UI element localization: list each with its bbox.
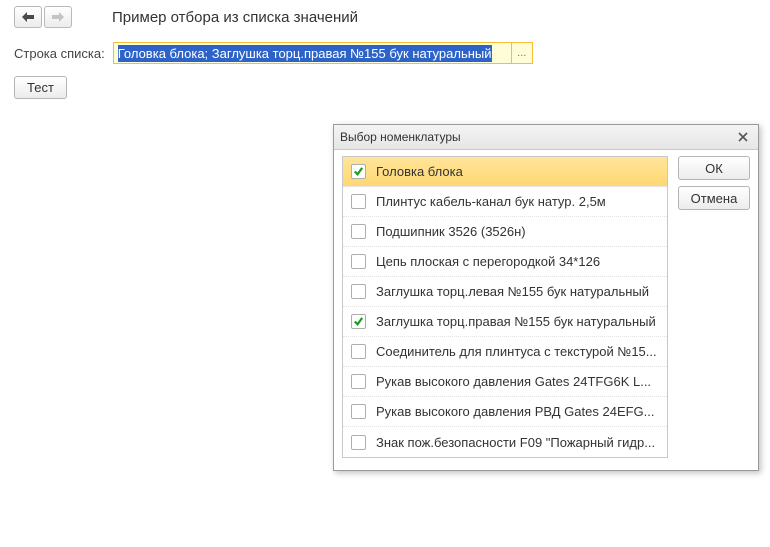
list-item[interactable]: Цепь плоская с перегородкой 34*126	[343, 247, 667, 277]
item-list[interactable]: Головка блока Плинтус кабель-канал бук на…	[342, 156, 668, 458]
list-item-label: Головка блока	[376, 164, 659, 179]
list-item[interactable]: Рукав высокого давления Gates 24TFG6K L.…	[343, 367, 667, 397]
checkbox[interactable]	[351, 284, 366, 299]
test-button[interactable]: Тест	[14, 76, 67, 99]
checkbox[interactable]	[351, 194, 366, 209]
list-item[interactable]: Плинтус кабель-канал бук натур. 2,5м	[343, 187, 667, 217]
check-icon	[353, 166, 364, 177]
field-label: Строка списка:	[14, 46, 105, 61]
dialog-titlebar[interactable]: Выбор номенклатуры	[334, 125, 758, 150]
check-icon	[353, 316, 364, 327]
list-item-label: Цепь плоская с перегородкой 34*126	[376, 254, 659, 269]
list-item-label: Знак пож.безопасности F09 "Пожарный гидр…	[376, 435, 659, 450]
list-item-label: Рукав высокого давления Gates 24TFG6K L.…	[376, 374, 659, 389]
field-select-button[interactable]: ...	[511, 43, 532, 63]
checkbox[interactable]	[351, 224, 366, 239]
dialog-body: Головка блока Плинтус кабель-канал бук на…	[334, 150, 758, 470]
arrow-left-icon	[21, 11, 35, 23]
ok-button[interactable]: ОК	[678, 156, 750, 180]
test-row: Тест	[0, 64, 770, 111]
checkbox[interactable]	[351, 254, 366, 269]
dialog-title-text: Выбор номенклатуры	[340, 130, 734, 144]
field-row: Строка списка: Головка блока; Заглушка т…	[0, 34, 770, 64]
close-icon	[738, 132, 748, 142]
field-value[interactable]: Головка блока; Заглушка торц.правая №155…	[114, 43, 511, 63]
list-item[interactable]: Рукав высокого давления РВД Gates 24EFG.…	[343, 397, 667, 427]
field-input-wrap[interactable]: Головка блока; Заглушка торц.правая №155…	[113, 42, 533, 64]
checkbox[interactable]	[351, 435, 366, 450]
nav-back-button[interactable]	[14, 6, 42, 28]
page-title: Пример отбора из списка значений	[112, 9, 358, 26]
toolbar: Пример отбора из списка значений	[0, 0, 770, 34]
list-item[interactable]: Заглушка торц.левая №155 бук натуральный	[343, 277, 667, 307]
nav-group	[14, 6, 72, 28]
list-item[interactable]: Соединитель для плинтуса с текстурой №15…	[343, 337, 667, 367]
list-item[interactable]: Подшипник 3526 (3526н)	[343, 217, 667, 247]
field-selected-text: Головка блока; Заглушка торц.правая №155…	[118, 45, 492, 62]
list-item[interactable]: Головка блока	[343, 157, 667, 187]
list-item-label: Соединитель для плинтуса с текстурой №15…	[376, 344, 659, 359]
arrow-right-icon	[51, 11, 65, 23]
dialog-close-button[interactable]	[734, 129, 752, 145]
nav-forward-button[interactable]	[44, 6, 72, 28]
list-item-label: Заглушка торц.правая №155 бук натуральны…	[376, 314, 659, 329]
checkbox[interactable]	[351, 404, 366, 419]
checkbox[interactable]	[351, 314, 366, 329]
list-item[interactable]: Заглушка торц.правая №155 бук натуральны…	[343, 307, 667, 337]
list-item[interactable]: Знак пож.безопасности F09 "Пожарный гидр…	[343, 427, 667, 457]
select-dialog: Выбор номенклатуры Головка блока Плинтус …	[333, 124, 759, 471]
checkbox[interactable]	[351, 344, 366, 359]
list-item-label: Заглушка торц.левая №155 бук натуральный	[376, 284, 659, 299]
cancel-button[interactable]: Отмена	[678, 186, 750, 210]
list-item-label: Рукав высокого давления РВД Gates 24EFG.…	[376, 404, 659, 419]
dialog-buttons: ОК Отмена	[678, 156, 750, 458]
checkbox[interactable]	[351, 374, 366, 389]
checkbox[interactable]	[351, 164, 366, 179]
list-item-label: Плинтус кабель-канал бук натур. 2,5м	[376, 194, 659, 209]
list-item-label: Подшипник 3526 (3526н)	[376, 224, 659, 239]
